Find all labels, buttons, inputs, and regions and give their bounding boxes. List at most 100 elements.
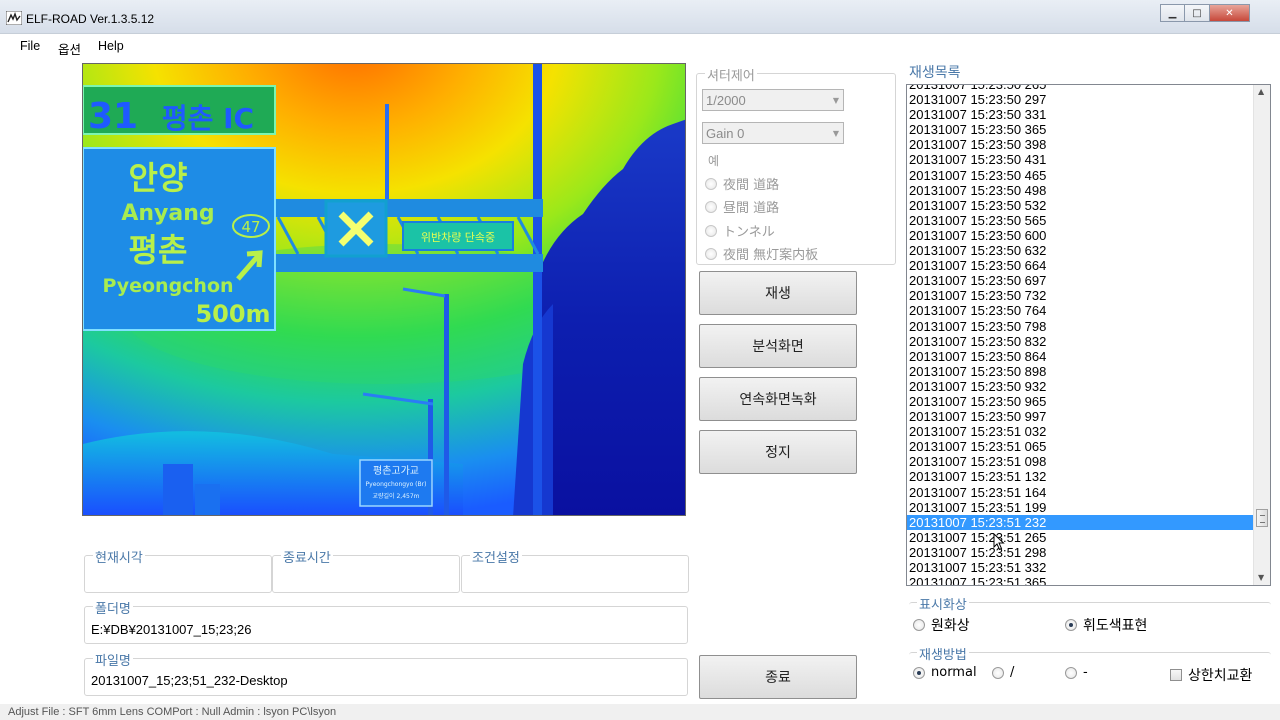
playlist-item[interactable]: 20131007 15:23:50 864 [907,349,1254,364]
mouse-cursor-icon [993,533,1005,551]
radio-icon [705,200,717,213]
chevron-down-icon: ▼ [832,96,839,105]
thermal-image-view[interactable]: 위반차량 단속중 31 평촌 IC 안양 Anyang 47 평촌 Pyeong… [82,63,686,516]
radio-day-road[interactable]: 昼間 道路 [705,197,779,216]
menu-help[interactable]: Help [98,39,124,53]
radio-night-unlit-sign-label: 夜間 無灯案内板 [723,248,819,263]
playlist-item[interactable]: 20131007 15:23:51 065 [907,439,1254,454]
playlist-item[interactable]: 20131007 15:23:50 997 [907,409,1254,424]
exit-button[interactable]: 종료 [699,655,857,699]
end-time-label: 종료시간 [281,547,333,566]
radio-tunnel-label: トンネル [723,225,775,240]
folder-group: 폴더명 E:¥DB¥20131007_15;23;26 [84,598,688,644]
sign-route-number: 31 [88,96,138,137]
scroll-down-icon[interactable]: ▼ [1258,573,1264,582]
playlist-item[interactable]: 20131007 15:23:50 465 [907,168,1254,183]
playlist-item[interactable]: 20131007 15:23:51 298 [907,545,1254,560]
analysis-screen-button[interactable]: 분석화면 [699,324,857,368]
app-window: ELF-ROAD Ver.1.3.5.12 ▁ □ ✕ File 옵션 Help [0,0,1280,718]
sign-route-name: 평촌 IC [162,102,254,135]
playlist-item[interactable]: 20131007 15:23:51 199 [907,500,1254,515]
stop-button[interactable]: 정지 [699,430,857,474]
title-bar: ELF-ROAD Ver.1.3.5.12 ▁ □ ✕ [0,0,1280,34]
playlist-item[interactable]: 20131007 15:23:51 132 [907,469,1254,484]
radio-night-road[interactable]: 夜間 道路 [705,174,779,193]
playback-method-label: 재생방법 [917,644,969,663]
playlist-scrollbar[interactable]: ▲ ▼ [1253,85,1270,585]
shutter-control-label: 셔터제어 [705,65,757,84]
playlist-item[interactable]: 20131007 15:23:50 398 [907,137,1254,152]
radio-icon [705,247,717,260]
playlist-item[interactable]: 20131007 15:23:50 664 [907,258,1254,273]
playlist-item[interactable]: 20131007 15:23:50 798 [907,319,1254,334]
radio-playback-slash-label: / [1010,665,1015,680]
sign-dest-en: Pyeongchon [102,275,233,297]
playlist-item[interactable]: 20131007 15:23:50 732 [907,288,1254,303]
minimize-button[interactable]: ▁ [1160,4,1185,22]
menu-options[interactable]: 옵션 [58,39,81,58]
playlist-item[interactable]: 20131007 15:23:50 365 [907,122,1254,137]
playlist-item[interactable]: 20131007 15:23:50 331 [907,107,1254,122]
folder-label: 폴더명 [93,598,133,617]
scrollbar-thumb[interactable] [1256,509,1268,527]
playlist-item[interactable]: 20131007 15:23:51 032 [907,424,1254,439]
playlist-item[interactable]: 20131007 15:23:51 365 [907,575,1254,585]
radio-day-road-label: 昼間 道路 [723,201,780,216]
checkbox-icon [1170,669,1182,681]
radio-color-map-label: 휘도색표현 [1083,618,1148,634]
playlist-item-selected[interactable]: 20131007 15:23:51 232 [907,514,1254,530]
menu-bar: File 옵션 Help [0,34,1280,58]
radio-night-unlit-sign[interactable]: 夜間 無灯案内板 [705,244,818,263]
playlist-item[interactable]: 20131007 15:23:51 164 [907,485,1254,500]
radio-playback-slash[interactable]: / [992,665,1014,680]
shutter-speed-select[interactable]: 1/2000 ▼ [702,89,844,111]
playlist-item[interactable]: 20131007 15:23:50 600 [907,228,1254,243]
gain-value: Gain 0 [706,126,745,141]
playlist-item[interactable]: 20131007 15:23:50 565 [907,213,1254,228]
playlist-item[interactable]: 20131007 15:23:50 697 [907,273,1254,288]
maximize-button[interactable]: □ [1185,4,1210,22]
radio-color-map[interactable]: 휘도색표현 [1065,615,1147,635]
radio-playback-dash[interactable]: - [1065,665,1088,680]
upper-limit-swap-label: 상한치교환 [1188,668,1253,684]
playlist-item[interactable]: 20131007 15:23:51 098 [907,454,1254,469]
file-value: 20131007_15;23;51_232-Desktop [91,673,288,688]
playlist-item[interactable]: 20131007 15:23:50 297 [907,92,1254,107]
window-title: ELF-ROAD Ver.1.3.5.12 [26,12,155,26]
radio-icon [705,177,717,190]
upper-limit-swap-checkbox[interactable]: 상한치교환 [1170,665,1252,685]
radio-original-image[interactable]: 원화상 [913,615,970,635]
scroll-up-icon[interactable]: ▲ [1258,87,1264,96]
playlist-item[interactable]: 20131007 15:23:51 265 [907,530,1254,545]
sign-city-ko: 안양 [129,159,188,197]
status-text: Adjust File : SFT 6mm Lens COMPort : Nul… [8,706,337,718]
condition-label: 조건설정 [470,547,522,566]
playlist-item[interactable]: 20131007 15:23:50 932 [907,379,1254,394]
radio-selected-icon [1065,619,1077,631]
close-button[interactable]: ✕ [1210,4,1250,22]
play-button[interactable]: 재생 [699,271,857,315]
playlist-item[interactable]: 20131007 15:23:50 898 [907,364,1254,379]
display-image-label: 표시화상 [917,594,969,613]
file-label: 파일명 [93,650,133,669]
playlist-item[interactable]: 20131007 15:23:50 431 [907,152,1254,167]
playlist-item[interactable]: 20131007 15:23:50 832 [907,334,1254,349]
continuous-record-button[interactable]: 연속화면녹화 [699,377,857,421]
radio-tunnel[interactable]: トンネル [705,221,775,240]
menu-file[interactable]: File [20,39,40,53]
playlist-item[interactable]: 20131007 15:23:50 532 [907,198,1254,213]
playlist-item[interactable]: 20131007 15:23:51 332 [907,560,1254,575]
gain-select[interactable]: Gain 0 ▼ [702,122,844,144]
radio-playback-normal-label: normal [931,665,977,680]
playlist-item[interactable]: 20131007 15:23:50 632 [907,243,1254,258]
radio-playback-normal[interactable]: normal [913,665,977,680]
playlist-item[interactable]: 20131007 15:23:50 965 [907,394,1254,409]
playlist-item[interactable]: 20131007 15:23:50 498 [907,183,1254,198]
radio-icon [992,666,1004,679]
file-group: 파일명 20131007_15;23;51_232-Desktop [84,650,688,696]
app-logo-icon [6,11,22,25]
bottom-sign-length: 교량길이 2,457m [372,492,419,500]
playlist-item[interactable]: 20131007 15:23:50 265 [907,85,1254,92]
playlist-listbox[interactable]: 20131007 15:23:50 265 20131007 15:23:50 2… [906,84,1271,586]
playlist-item[interactable]: 20131007 15:23:50 764 [907,303,1254,318]
